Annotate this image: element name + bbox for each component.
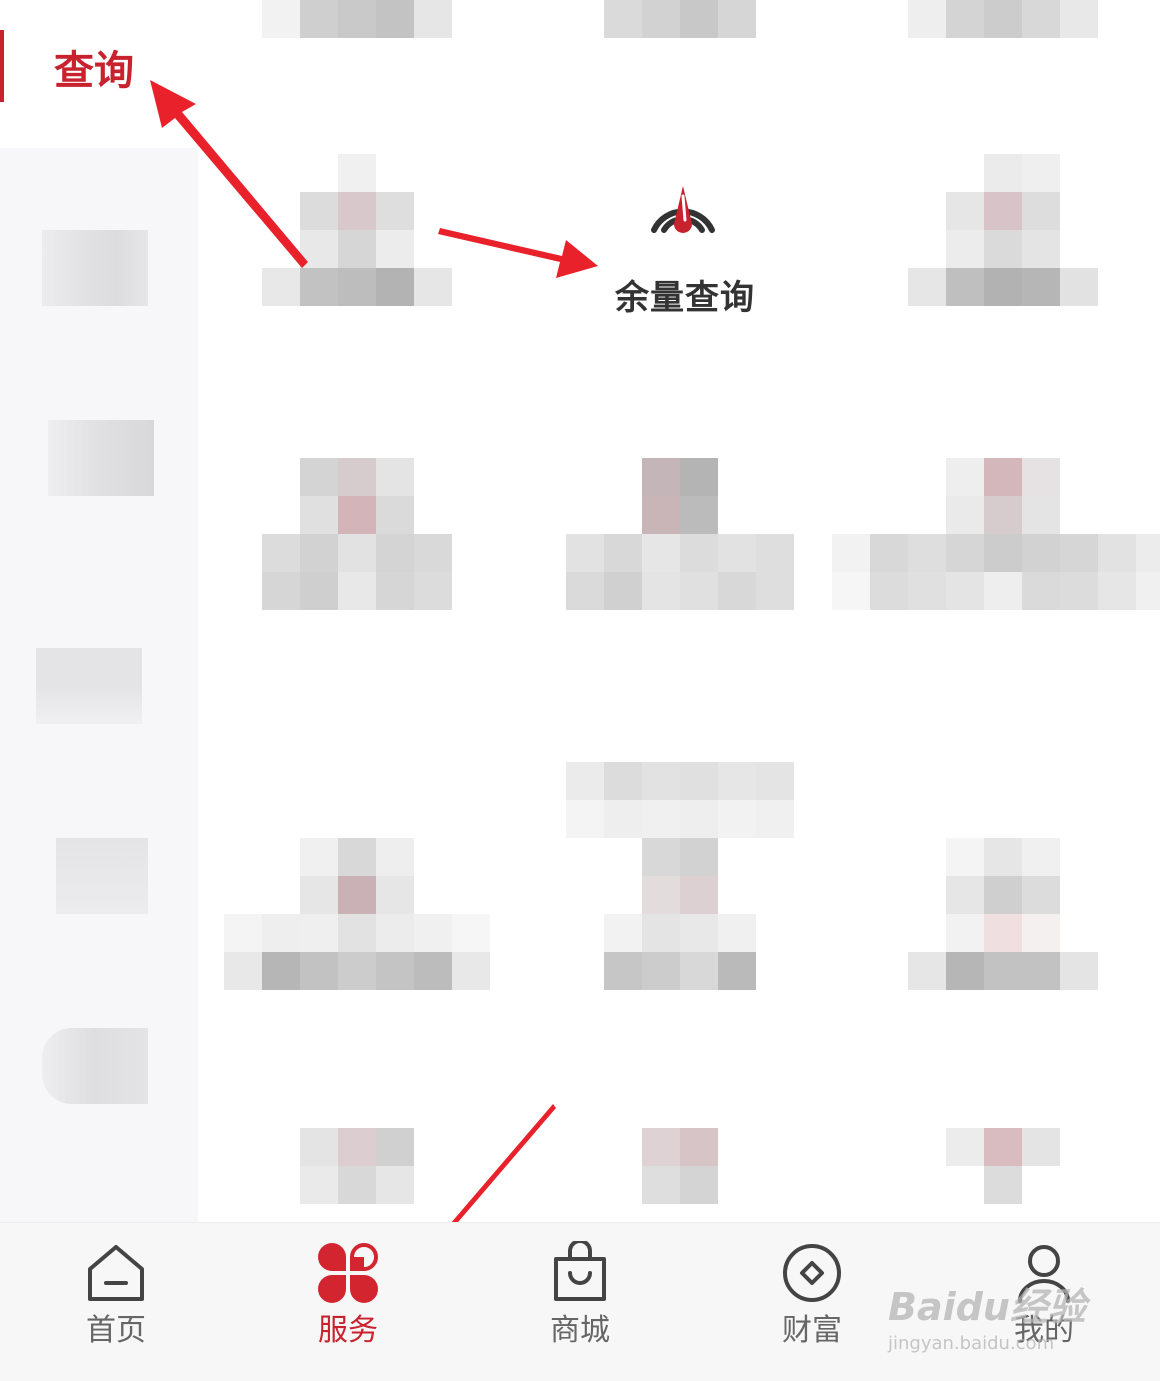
home-icon	[88, 1245, 144, 1301]
shopping-bag-icon	[554, 1241, 606, 1301]
service-item-blurred[interactable]	[262, 154, 452, 306]
sidebar-item-blurred[interactable]	[42, 230, 148, 306]
service-item-blurred[interactable]	[642, 1128, 718, 1204]
tab-label: 服务	[318, 1313, 378, 1348]
service-item-blurred[interactable]	[300, 1128, 414, 1204]
active-indicator	[0, 30, 4, 102]
service-item-blurred[interactable]	[832, 458, 1160, 610]
sidebar-item-blurred[interactable]	[42, 1028, 148, 1104]
service-item-blurred[interactable]	[908, 0, 1098, 38]
service-item-blurred[interactable]	[262, 458, 452, 610]
service-item-blurred[interactable]	[566, 762, 794, 838]
sidebar-item-blurred[interactable]	[56, 838, 148, 914]
tab-label: 首页	[86, 1313, 146, 1348]
service-item-blurred[interactable]	[604, 0, 756, 38]
sidebar-item-blurred[interactable]	[48, 420, 154, 496]
service-item-blurred[interactable]	[224, 838, 490, 990]
watermark-main: Baidu经验	[888, 1285, 1086, 1329]
sidebar-item-blurred[interactable]	[36, 648, 142, 724]
service-item-blurred[interactable]	[262, 0, 452, 38]
coin-icon	[783, 1244, 841, 1302]
service-item-blurred[interactable]	[946, 1128, 1060, 1204]
balance-query-label[interactable]: 余量查询	[600, 270, 770, 319]
service-item-blurred[interactable]	[604, 838, 756, 990]
signal-gauge-icon[interactable]	[640, 180, 726, 240]
service-item-blurred[interactable]	[908, 154, 1098, 306]
service-item-blurred[interactable]	[566, 458, 794, 610]
tab-mall[interactable]: 商城	[464, 1223, 696, 1381]
category-sidebar: 查询	[0, 0, 198, 1222]
tab-services[interactable]: 服务	[232, 1223, 464, 1381]
tab-home[interactable]: 首页	[0, 1223, 232, 1381]
sidebar-item-query[interactable]: 查询	[0, 0, 198, 148]
sidebar-item-label: 查询	[54, 48, 134, 94]
baidu-jingyan-watermark: Baidu经验 jingyan.baidu.com	[888, 1276, 1108, 1360]
service-item-blurred[interactable]	[908, 838, 1098, 990]
watermark-url: jingyan.baidu.com	[888, 1333, 1055, 1354]
clover-icon	[318, 1243, 378, 1303]
tab-label: 商城	[550, 1313, 610, 1348]
